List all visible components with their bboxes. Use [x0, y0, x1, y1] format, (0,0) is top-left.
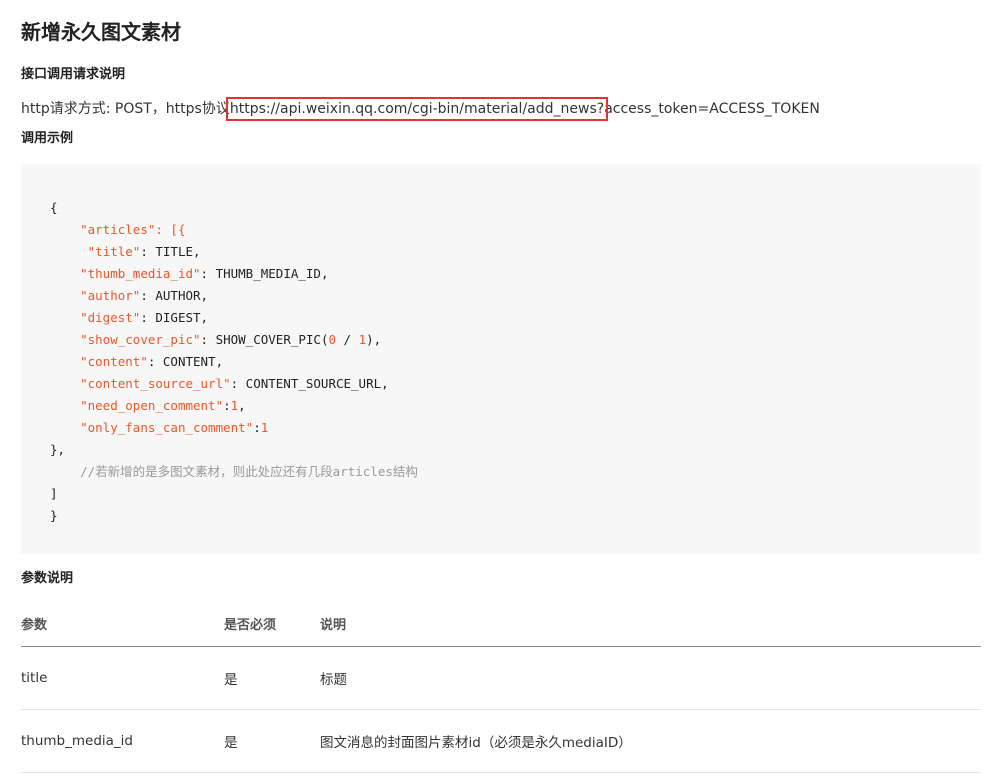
request-url-highlighted[interactable]: https://api.weixin.qq.com/cgi-bin/materi…: [225, 97, 609, 121]
code-example-block: { "articles": [{ "title": TITLE, "thumb_…: [21, 164, 981, 554]
code-line: "show_cover_pic": SHOW_COVER_PIC(0 / 1),: [80, 332, 382, 347]
request-method-text: http请求方式: POST，https协议: [21, 101, 230, 117]
table-row: title 是 标题: [21, 646, 981, 710]
code-line: "title": TITLE,: [87, 244, 201, 259]
code-line: "content_source_url": CONTENT_SOURCE_URL…: [80, 376, 389, 391]
code-line: ]: [50, 486, 58, 501]
section-example-label: 调用示例: [21, 131, 74, 146]
section-request-label: 接口调用请求说明: [21, 67, 126, 82]
code-line: }: [50, 508, 58, 523]
code-line: "digest": DIGEST,: [80, 310, 209, 325]
code-line: "articles": [{: [80, 222, 186, 237]
code-line: },: [50, 442, 66, 457]
param-description: 图文消息的封面图片素材id（必须是永久mediaID）: [320, 709, 981, 773]
code-comment: //若新增的是多图文素材，则此处应还有几段articles结构: [80, 464, 418, 479]
code-line: "need_open_comment":1,: [80, 398, 246, 413]
header-required: 是否必须: [224, 600, 320, 647]
section-params-label: 参数说明: [21, 571, 74, 586]
param-description: 标题: [320, 646, 981, 710]
param-required: 是: [224, 709, 320, 773]
params-table: 参数 是否必须 说明 title 是 标题 thumb_media_id 是 图…: [21, 600, 981, 773]
header-param: 参数: [21, 600, 224, 647]
param-required: 是: [224, 646, 320, 710]
table-header-row: 参数 是否必须 说明: [21, 600, 981, 647]
code-line: "only_fans_can_comment":1: [80, 420, 269, 435]
code-line: "content": CONTENT,: [80, 354, 224, 369]
param-name: title: [21, 646, 224, 710]
code-line: "thumb_media_id": THUMB_MEDIA_ID,: [80, 266, 329, 281]
code-line: //若新增的是多图文素材，则此处应还有几段articles结构: [50, 461, 981, 483]
request-line: http请求方式: POST，https协议https://api.weixin…: [21, 97, 820, 121]
header-description: 说明: [320, 600, 981, 647]
code-line: {: [50, 200, 58, 215]
param-name: thumb_media_id: [21, 709, 224, 773]
page-title: 新增永久图文素材: [21, 20, 181, 44]
code-line: "author": AUTHOR,: [80, 288, 209, 303]
request-url-suffix: access_token=ACCESS_TOKEN: [604, 101, 820, 117]
table-row: thumb_media_id 是 图文消息的封面图片素材id（必须是永久medi…: [21, 709, 981, 773]
